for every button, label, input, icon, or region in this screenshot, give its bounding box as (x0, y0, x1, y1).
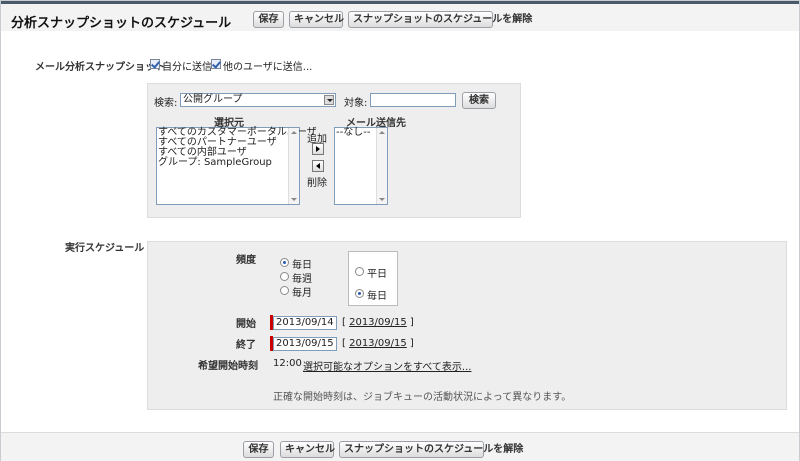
frequency-weekly-label: 毎週 (292, 274, 312, 285)
send-to-me-label: 自分に送信 (162, 62, 212, 73)
preferred-start-label: 希望開始時刻 (198, 361, 258, 372)
weekdays-radio[interactable] (355, 267, 364, 276)
list-item[interactable]: グループ: SampleGroup (157, 158, 299, 168)
end-date-shortcut: [ 2013/09/15 ] (342, 338, 414, 349)
search-type-select[interactable]: 公開グループ (180, 93, 336, 107)
for-label: 対象: (344, 98, 368, 109)
weekdays-label: 平日 (367, 269, 387, 280)
every-day-radio[interactable] (355, 289, 364, 298)
chevron-down-icon (324, 95, 334, 105)
frequency-monthly-radio[interactable] (280, 286, 289, 295)
search-type-value: 公開グループ (183, 94, 243, 105)
save-button[interactable]: 保存 (253, 11, 284, 28)
save-button-bottom[interactable]: 保存 (243, 441, 274, 458)
run-schedule-label: 実行スケジュール (65, 243, 145, 254)
frequency-daily-radio[interactable] (280, 258, 289, 267)
unschedule-snapshot-button[interactable]: スナップショットのスケジュールを解除 (348, 11, 532, 28)
unschedule-snapshot-button-bottom[interactable]: スナップショットのスケジュールを解除 (339, 441, 523, 458)
email-snapshot-label: メール分析スナップショット (35, 62, 165, 73)
search-text-input[interactable] (370, 93, 456, 107)
start-date-input[interactable]: 2013/09/14 (273, 316, 337, 330)
scrollbar[interactable] (288, 128, 299, 204)
show-all-options-link[interactable]: 選択可能なオプションをすべて表示... (303, 358, 471, 373)
send-to-others-label: 他のユーザに送信... (223, 62, 313, 73)
daily-options-box: 平日 毎日 (348, 251, 398, 306)
end-date-link[interactable]: 2013/09/15 (349, 338, 407, 349)
frequency-daily-label: 毎日 (292, 260, 312, 271)
add-arrow-button[interactable] (312, 143, 324, 155)
available-list[interactable]: すべてのカスタマーポータルユーザ すべてのパートナーユーザ すべての内部ユーザ … (156, 127, 317, 205)
recipients-list[interactable]: --なし-- (334, 127, 388, 205)
every-day-label: 毎日 (367, 291, 387, 302)
scrollbar[interactable] (376, 128, 387, 204)
cancel-button[interactable]: キャンセル (289, 11, 344, 28)
start-date-shortcut: [ 2013/09/15 ] (342, 317, 414, 328)
page-header: 分析スナップショットのスケジュール 保存 キャンセル スナップショットのスケジュ… (1, 1, 799, 31)
cancel-button-bottom[interactable]: キャンセル (280, 441, 335, 458)
send-to-me-checkbox[interactable] (150, 59, 160, 69)
remove-label: 削除 (307, 178, 327, 189)
send-to-others-checkbox[interactable] (211, 59, 221, 69)
page-footer: 保存 キャンセル スナップショットのスケジュールを解除 (1, 432, 799, 461)
start-time-note: 正確な開始時刻は、ジョブキューの活動状況によって異なります。 (273, 392, 572, 403)
end-label: 終了 (236, 340, 256, 351)
frequency-monthly-label: 毎月 (292, 288, 312, 299)
frequency-weekly-radio[interactable] (280, 272, 289, 281)
end-date-input[interactable]: 2013/09/15 (273, 337, 337, 351)
start-label: 開始 (236, 319, 256, 330)
search-label: 検索: (154, 98, 178, 109)
start-date-link[interactable]: 2013/09/15 (349, 317, 407, 328)
schedule-panel: 頻度 毎日 毎週 毎月 平日 毎日 開始 2013/09/14 [ 2013/0… (147, 241, 787, 410)
schedule-page: 分析スナップショットのスケジュール 保存 キャンセル スナップショットのスケジュ… (0, 0, 800, 461)
preferred-start-time: 12:00 (273, 358, 302, 369)
remove-arrow-button[interactable] (312, 160, 324, 172)
recipient-picker-panel: 検索: 公開グループ 対象: 検索 選択元 すべてのカスタマーポータルユーザ す… (147, 83, 521, 218)
find-button[interactable]: 検索 (462, 92, 496, 109)
page-title: 分析スナップショットのスケジュール (11, 16, 232, 31)
frequency-label: 頻度 (236, 255, 256, 266)
